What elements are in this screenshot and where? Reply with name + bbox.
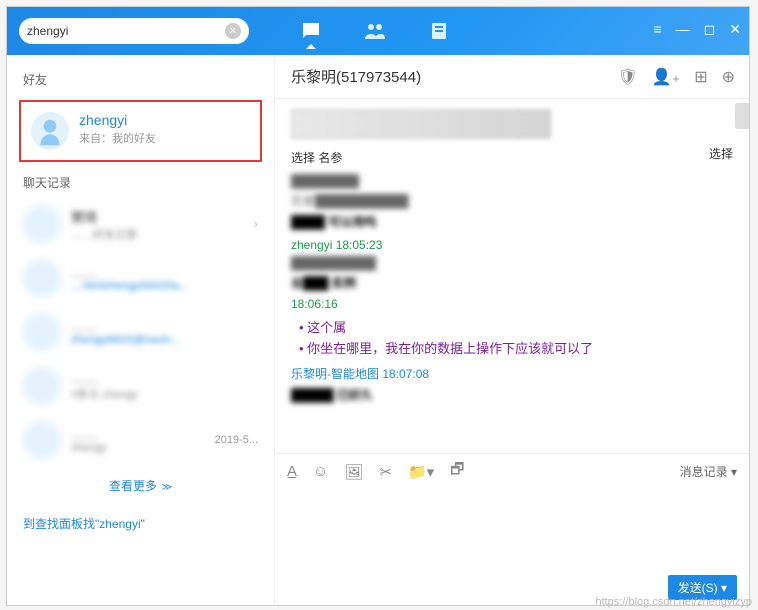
image-attachment xyxy=(291,109,551,139)
input-toolbar: A̲ ☺ 🖼 ✂ 📁▾ 🗗 消息记录 ▾ xyxy=(275,453,749,489)
tab-apps-icon[interactable] xyxy=(427,19,451,43)
list-item[interactable]: ……zhengyi6620@navin... xyxy=(7,305,274,359)
search-input[interactable] xyxy=(27,24,225,38)
message-text: 这个属 xyxy=(299,317,733,336)
sidebar: 好友 zhengyi 来自：我的好友 聊天记录 樊琦……好友记录 › ……...… xyxy=(7,55,275,605)
screenshot-icon[interactable]: ✂ xyxy=(379,463,392,481)
font-icon[interactable]: A̲ xyxy=(287,463,297,480)
scroll-tab[interactable] xyxy=(735,103,749,129)
go-to-find-panel[interactable]: 到查找面板找"zhengyi" xyxy=(7,505,274,542)
add-icon[interactable]: ⊕ xyxy=(722,67,735,87)
minimize-icon[interactable]: — xyxy=(676,21,690,38)
apps-icon[interactable]: ⊞ xyxy=(694,67,707,87)
item-time: 2019-5... xyxy=(215,434,258,446)
list-item[interactable]: ……zhengy 2019-5... xyxy=(7,413,274,467)
friend-source: 来自：我的好友 xyxy=(79,130,156,146)
message-sender: zhengyi 18:05:23 xyxy=(291,238,733,252)
tab-messages-icon[interactable] xyxy=(299,19,323,43)
friend-info: zhengyi 来自：我的好友 xyxy=(79,112,156,150)
friend-search-result[interactable]: zhengyi 来自：我的好友 xyxy=(19,100,262,162)
folder-icon[interactable]: 📁▾ xyxy=(408,463,434,481)
app-window: ✕ ≡ — ◻ ✕ 好友 xyxy=(6,6,750,606)
menu-icon[interactable]: ≡ xyxy=(653,21,661,38)
more-icon[interactable]: 🗗 xyxy=(450,459,464,484)
search-box[interactable]: ✕ xyxy=(19,18,249,44)
avatar xyxy=(23,367,61,405)
add-user-icon[interactable]: 👤₊ xyxy=(652,67,680,87)
tab-contacts-icon[interactable] xyxy=(363,19,387,43)
close-icon[interactable]: ✕ xyxy=(729,21,741,38)
message-time: 18:06:16 xyxy=(291,297,733,311)
emoji-icon[interactable]: ☺ xyxy=(313,463,328,480)
titlebar: ✕ ≡ — ◻ ✕ xyxy=(7,7,749,55)
avatar xyxy=(31,112,69,150)
avatar xyxy=(23,313,61,351)
chat-header: 乐黎明(517973544) 🛡 👤₊ ⊞ ⊕ xyxy=(275,55,749,99)
list-item[interactable]: ……4条与 zhengy xyxy=(7,359,274,413)
chevron-right-icon: › xyxy=(254,217,258,231)
avatar xyxy=(23,421,61,459)
message-text: 你坐在哪里，我在你的数据上操作下应该就可以了 xyxy=(299,338,733,357)
nav-tabs xyxy=(299,19,451,43)
avatar xyxy=(23,259,61,297)
list-item[interactable]: 樊琦……好友记录 › xyxy=(7,197,274,251)
chat-header-actions: 🛡 👤₊ ⊞ ⊕ xyxy=(618,67,736,87)
list-item[interactable]: ……....htmlzhengyi00020a... xyxy=(7,251,274,305)
chat-body: 选择 名参选择 ████████ 乐家███████████ ████ 可以用吗… xyxy=(275,99,749,453)
shield-icon[interactable]: 🛡 xyxy=(618,67,638,87)
view-more-link[interactable]: 查看更多 ≫ xyxy=(7,467,274,505)
main-area: 好友 zhengyi 来自：我的好友 聊天记录 樊琦……好友记录 › ……...… xyxy=(7,55,749,605)
window-controls: ≡ — ◻ ✕ xyxy=(653,21,741,38)
section-history-title: 聊天记录 xyxy=(7,168,274,197)
chat-panel: 乐黎明(517973544) 🛡 👤₊ ⊞ ⊕ 选择 名参选择 ████████… xyxy=(275,55,749,605)
maximize-icon[interactable]: ◻ xyxy=(704,21,716,38)
message-sender: 乐黎明-智能地图 18:07:08 xyxy=(291,365,733,382)
friend-name: zhengyi xyxy=(79,112,156,128)
message-history-link[interactable]: 消息记录 ▾ xyxy=(680,463,737,480)
chat-title: 乐黎明(517973544) xyxy=(291,66,421,87)
clear-search-icon[interactable]: ✕ xyxy=(225,23,241,39)
avatar xyxy=(23,205,61,243)
image-icon[interactable]: 🖼 xyxy=(344,463,363,481)
message-input[interactable] xyxy=(275,489,749,569)
section-friends-title: 好友 xyxy=(7,65,274,94)
watermark: https://blog.csdn.net/zhengyizyp xyxy=(595,596,752,608)
